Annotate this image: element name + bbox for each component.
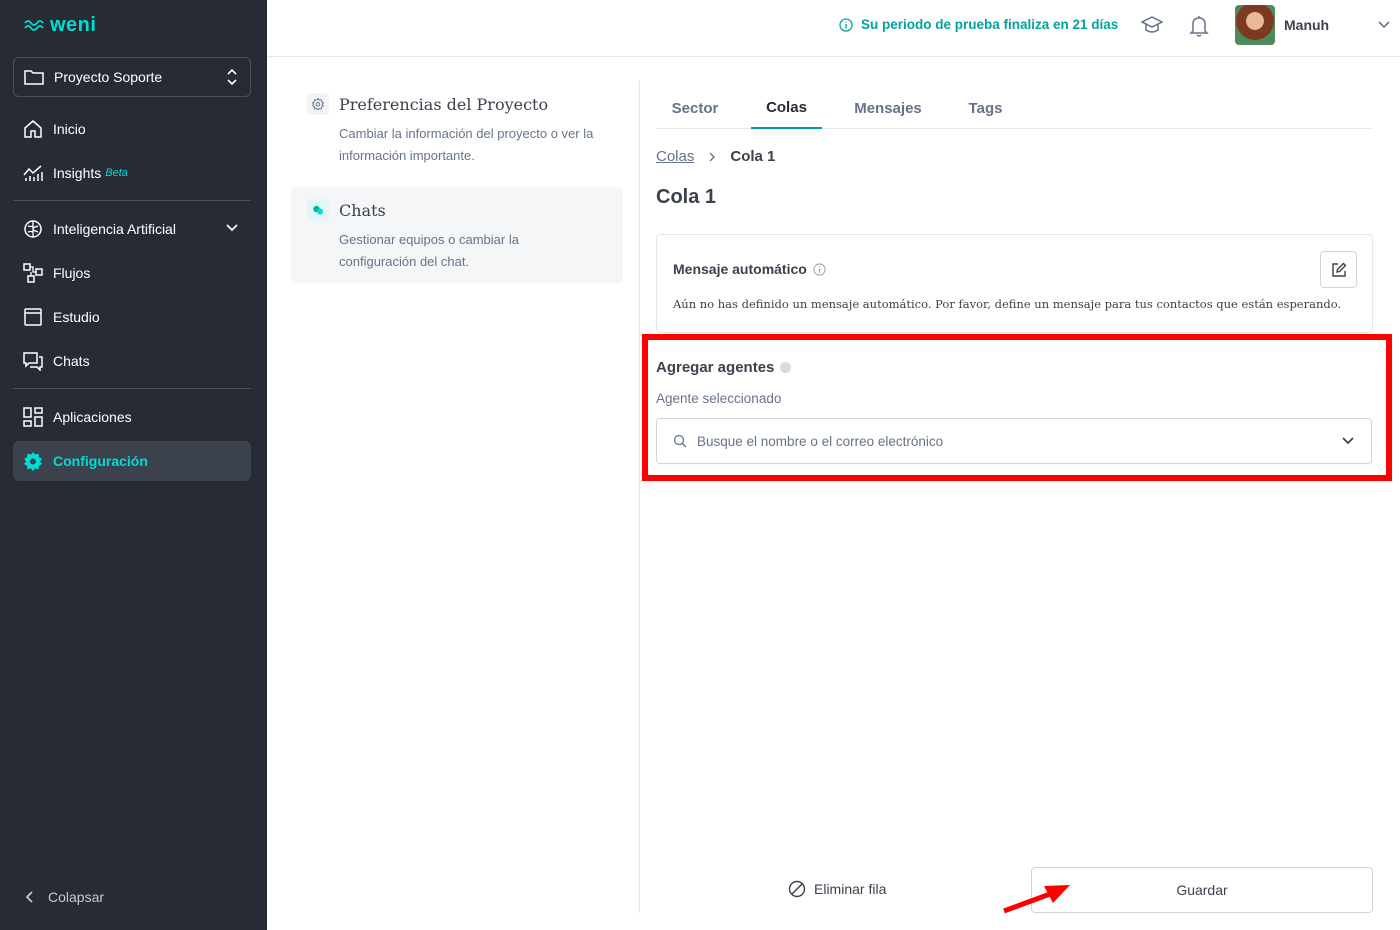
sidebar-item-label: Insights bbox=[53, 165, 102, 181]
topbar: Su periodo de prueba finaliza en 21 días… bbox=[267, 0, 1400, 57]
settings-card-project-preferences[interactable]: Preferencias del Proyecto Cambiar la inf… bbox=[291, 81, 623, 179]
auto-message-card: Mensaje automático Aún no has definido u… bbox=[656, 234, 1373, 333]
delete-row-button[interactable]: Eliminar fila bbox=[788, 880, 886, 898]
sidebar-item-label: Configuración bbox=[53, 453, 148, 469]
user-name[interactable]: Manuh bbox=[1284, 17, 1329, 33]
trial-text: Su periodo de prueba finaliza en 21 días bbox=[861, 17, 1119, 32]
info-icon bbox=[839, 17, 853, 32]
sidebar-item-inteligencia-artificial[interactable]: Inteligencia Artificial bbox=[13, 209, 251, 249]
sidebar-item-estudio[interactable]: Estudio bbox=[13, 297, 251, 337]
chat-icon bbox=[23, 352, 43, 371]
settings-card-desc-line: información importante. bbox=[339, 148, 475, 163]
apps-icon bbox=[23, 407, 43, 427]
settings-card-desc-line: Cambiar la información del proyecto o ve… bbox=[339, 126, 594, 141]
tab-colas[interactable]: Colas bbox=[751, 88, 822, 129]
tab-sector[interactable]: Sector bbox=[656, 88, 734, 129]
graduation-cap-icon bbox=[1140, 16, 1164, 33]
wave-logo-icon bbox=[24, 20, 44, 31]
agent-search-select[interactable]: Busque el nombre o el correo electrónico bbox=[656, 418, 1372, 464]
chevron-left-icon bbox=[25, 891, 33, 903]
collapse-button[interactable]: Colapsar bbox=[24, 889, 104, 905]
settings-card-desc: Cambiar la información del proyecto o ve… bbox=[339, 123, 607, 167]
flows-icon bbox=[23, 263, 43, 283]
search-icon bbox=[673, 434, 687, 448]
notifications-button[interactable] bbox=[1189, 15, 1209, 42]
settings-card-desc: Gestionar equipos o cambiar la configura… bbox=[339, 229, 607, 273]
trial-notice: Su periodo de prueba finaliza en 21 días bbox=[839, 17, 1118, 32]
tab-tags[interactable]: Tags bbox=[954, 88, 1017, 129]
weni-logo[interactable]: weni bbox=[24, 14, 96, 36]
edit-icon bbox=[1331, 262, 1346, 277]
chat-bubbles-icon bbox=[307, 199, 329, 221]
chart-icon bbox=[23, 165, 43, 181]
selected-agent-label: Agente seleccionado bbox=[656, 391, 782, 406]
chevron-down-icon[interactable] bbox=[1377, 18, 1391, 32]
gear-icon bbox=[24, 452, 42, 471]
auto-message-heading: Mensaje automático bbox=[673, 261, 826, 277]
project-selector[interactable]: Proyecto Soporte bbox=[13, 57, 251, 97]
agent-search-placeholder: Busque el nombre o el correo electrónico bbox=[697, 433, 944, 449]
sidebar-divider bbox=[13, 388, 251, 389]
delete-row-label: Eliminar fila bbox=[814, 881, 887, 897]
sidebar-item-label: Flujos bbox=[53, 265, 91, 281]
folder-icon bbox=[24, 70, 44, 85]
home-icon bbox=[24, 120, 42, 138]
project-name: Proyecto Soporte bbox=[54, 69, 163, 85]
chevron-down-icon bbox=[1342, 437, 1354, 445]
sidebar-item-inicio[interactable]: Inicio bbox=[13, 109, 251, 149]
info-icon bbox=[780, 362, 792, 373]
logo-text: weni bbox=[50, 13, 97, 36]
sidebar-item-flujos[interactable]: Flujos bbox=[13, 253, 251, 293]
sidebar-item-label: Inteligencia Artificial bbox=[53, 221, 176, 237]
tab-mensajes[interactable]: Mensajes bbox=[839, 88, 937, 129]
sidebar-item-chats[interactable]: Chats bbox=[13, 341, 251, 381]
breadcrumb-current: Cola 1 bbox=[730, 148, 776, 165]
page-title: Cola 1 bbox=[656, 186, 717, 208]
sidebar-item-label: Inicio bbox=[53, 121, 86, 137]
auto-message-desc: Aún no has definido un mensaje automátic… bbox=[673, 297, 1342, 311]
learning-button[interactable] bbox=[1140, 15, 1164, 40]
sidebar-item-aplicaciones[interactable]: Aplicaciones bbox=[13, 397, 251, 437]
breadcrumb: Colas Cola 1 bbox=[656, 148, 775, 165]
block-icon bbox=[788, 880, 806, 898]
settings-card-chats[interactable]: Chats Gestionar equipos o cambiar la con… bbox=[291, 187, 623, 283]
sidebar: weni Proyecto Soporte Inicio Insights Be… bbox=[0, 0, 267, 930]
window-icon bbox=[24, 308, 42, 326]
breadcrumb-link-colas[interactable]: Colas bbox=[656, 148, 694, 165]
sidebar-item-label: Estudio bbox=[53, 309, 100, 325]
settings-card-title: Preferencias del Proyecto bbox=[339, 94, 549, 114]
sidebar-item-insights[interactable]: Insights Beta bbox=[13, 153, 251, 193]
add-agents-heading: Agregar agentes bbox=[656, 359, 792, 376]
avatar[interactable] bbox=[1235, 5, 1275, 45]
bell-icon bbox=[1189, 16, 1209, 37]
add-agents-title: Agregar agentes bbox=[656, 359, 775, 376]
chevron-updown-icon bbox=[227, 68, 237, 86]
collapse-label: Colapsar bbox=[48, 889, 105, 905]
settings-card-desc-line: configuración del chat. bbox=[339, 254, 470, 269]
tab-bar: Sector Colas Mensajes Tags bbox=[656, 88, 1372, 129]
arrow-pointer-icon bbox=[1003, 885, 1070, 914]
panel-divider bbox=[639, 81, 640, 913]
info-icon bbox=[813, 262, 826, 276]
gear-icon bbox=[307, 93, 329, 115]
brain-icon bbox=[24, 220, 42, 238]
edit-auto-message-button[interactable] bbox=[1320, 251, 1357, 288]
sidebar-item-configuracion[interactable]: Configuración bbox=[13, 441, 251, 481]
chevron-down-icon bbox=[226, 224, 238, 232]
settings-card-title: Chats bbox=[339, 200, 386, 220]
settings-card-desc-line: Gestionar equipos o cambiar la bbox=[339, 232, 519, 247]
auto-message-title: Mensaje automático bbox=[673, 261, 807, 277]
beta-badge: Beta bbox=[105, 167, 128, 179]
sidebar-divider bbox=[13, 200, 251, 201]
sidebar-item-label: Aplicaciones bbox=[53, 409, 132, 425]
sidebar-item-label: Chats bbox=[53, 353, 90, 369]
save-button[interactable]: Guardar bbox=[1031, 867, 1373, 913]
chevron-right-icon bbox=[709, 152, 716, 161]
